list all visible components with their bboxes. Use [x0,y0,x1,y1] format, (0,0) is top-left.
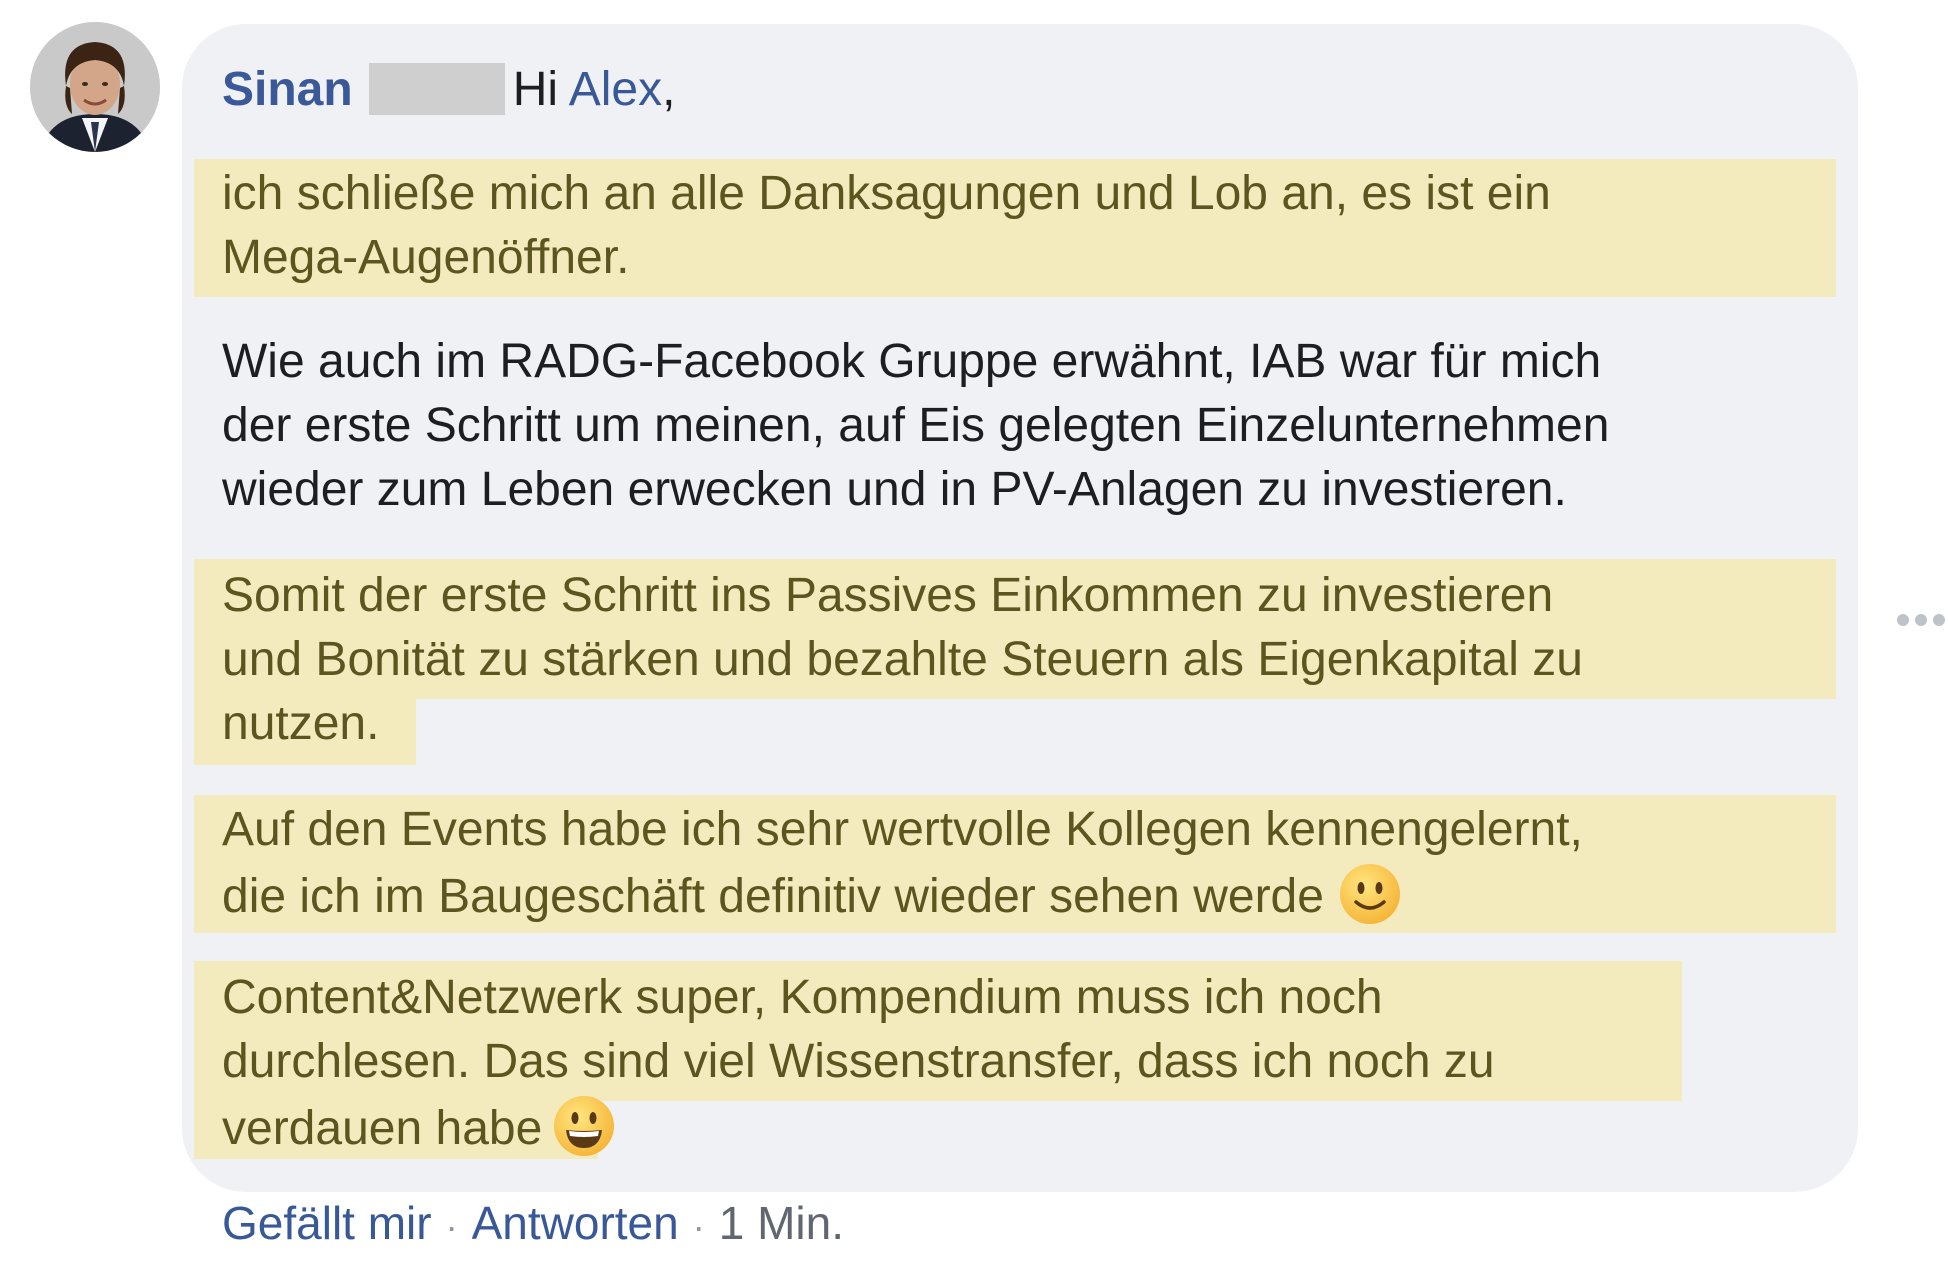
mention-link[interactable]: Alex [569,63,662,116]
slightly-smiling-face-icon [1338,862,1402,926]
reply-link[interactable]: Antworten [472,1197,679,1249]
like-link[interactable]: Gefällt mir [222,1197,432,1249]
paragraph-2-line-2: der erste Schritt um meinen, auf Eis gel… [222,399,1610,452]
paragraph-4-line-2-row: die ich im Baugeschäft definitiv wieder … [222,862,1402,929]
greeting-punctuation: , [662,63,676,116]
paragraph-5-line-2: durchlesen. Das sind viel Wissenstransfe… [222,1035,1495,1088]
paragraph-5-line-3: verdauen habe [222,1102,543,1155]
separator: · [445,1206,458,1247]
comment-actions: Gefällt mir · Antworten · 1 Min. [222,1191,844,1259]
timestamp[interactable]: 1 Min. [719,1197,844,1249]
separator: · [692,1206,705,1247]
paragraph-5-line-1: Content&Netzwerk super, Kompendium muss … [222,971,1383,1024]
paragraph-4-line-1: Auf den Events habe ich sehr wertvolle K… [222,803,1583,856]
paragraph-2-line-3: wieder zum Leben erwecken und in PV-Anla… [222,463,1567,516]
paragraph-5-line-3-row: verdauen habe [222,1094,616,1161]
profile-photo-icon [30,22,160,152]
paragraph-2-line-1: Wie auch im RADG-Facebook Gruppe erwähnt… [222,335,1602,388]
grinning-face-icon [552,1094,616,1158]
redacted-surname [368,63,505,115]
paragraph-3-line-1: Somit der erste Schritt ins Passives Ein… [222,569,1554,622]
paragraph-1-line-2: Mega-Augenöffner. [222,231,630,284]
author-name[interactable]: Sinan [222,63,353,116]
paragraph-1-line-1: ich schließe mich an alle Danksagungen u… [222,167,1551,220]
avatar[interactable] [30,22,160,152]
greeting: Hi [512,63,559,116]
more-options-icon[interactable] [1894,600,1948,640]
paragraph-4-line-2: die ich im Baugeschäft definitiv wieder … [222,870,1324,923]
comment-header: Sinan Hi Alex, [222,58,675,122]
paragraph-3-line-3: nutzen. [222,697,380,750]
paragraph-3-line-2: und Bonität zu stärken und bezahlte Steu… [222,633,1583,686]
